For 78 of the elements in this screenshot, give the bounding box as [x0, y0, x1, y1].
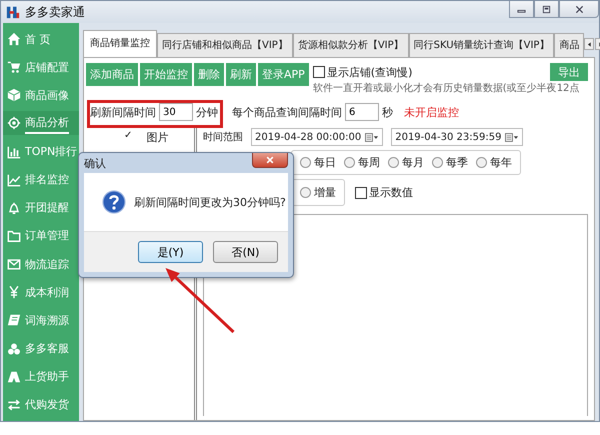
sidebar-item[interactable]: 上货助手: [3, 364, 79, 389]
start-date-field[interactable]: 2019-04-28 00:00:00: [251, 128, 384, 146]
dialog-close-button[interactable]: [252, 153, 288, 168]
minimize-button[interactable]: [509, 1, 534, 18]
line-chart-icon: [7, 172, 21, 187]
sidebar-item[interactable]: 排名监控: [3, 168, 79, 192]
circles-icon: [7, 342, 21, 356]
toolbar-button[interactable]: 登录APP: [258, 63, 309, 86]
left-arrow-icon: [586, 42, 592, 46]
checkbox[interactable]: 显示店铺(查询慢): [312, 64, 412, 80]
scroll-left-button[interactable]: [584, 38, 594, 50]
field-label: 每个商品查询间隔时间: [232, 104, 342, 120]
export-button[interactable]: 导出: [550, 63, 588, 81]
book-icon: [7, 313, 21, 328]
sidebar-item[interactable]: 成本利润: [3, 280, 79, 304]
unit-label: 秒: [382, 104, 393, 120]
toolbar-button[interactable]: 删除: [194, 63, 224, 86]
gear-icon: [7, 116, 21, 130]
dialog-button[interactable]: 否(N): [213, 241, 278, 263]
tab[interactable]: 商品销量监控: [83, 30, 157, 57]
dialog-button[interactable]: 是(Y): [138, 241, 203, 263]
folder-icon: [7, 228, 21, 243]
radio-button[interactable]: 每年: [476, 155, 512, 170]
query-interval-field[interactable]: 6: [345, 103, 379, 121]
swap-arrows-icon: [7, 398, 21, 412]
calendar-dropdown-icon: [365, 132, 380, 142]
sidebar-item[interactable]: 词海溯源: [3, 308, 79, 332]
field-label: 刷新间隔时间: [90, 104, 156, 120]
end-date-field[interactable]: 2019-04-30 23:59:59: [391, 128, 524, 146]
calendar-dropdown-icon: [505, 132, 520, 142]
question-icon: [102, 190, 126, 214]
bar-chart-icon: [7, 144, 21, 159]
sidebar-item[interactable]: 代购发货: [3, 392, 79, 417]
cart-icon: [7, 60, 21, 74]
maximize-button[interactable]: [534, 1, 559, 18]
sidebar-item[interactable]: 多多客服: [3, 336, 79, 361]
sidebar-item[interactable]: 商品画像: [3, 83, 79, 108]
sidebar-item[interactable]: 店铺配置: [3, 55, 79, 80]
sidebar-item[interactable]: 订单管理: [3, 224, 79, 248]
field-label: 时间范围: [203, 130, 243, 144]
hint-text: 软件一直开着或最小化才会有历史销量数据(或至少半夜12点: [312, 82, 580, 95]
close-button[interactable]: [559, 1, 599, 18]
toolbar-button[interactable]: 刷新: [226, 63, 256, 86]
cube-icon: [7, 88, 21, 102]
refresh-interval-field[interactable]: 30: [159, 103, 193, 121]
tab[interactable]: 货源相似款分析【VIP】: [292, 33, 409, 57]
toolbar-button[interactable]: 开始监控: [140, 63, 192, 86]
home-icon: [7, 32, 21, 46]
toolbar-button[interactable]: 添加商品: [86, 63, 138, 86]
tab[interactable]: 同行店铺和相似商品【VIP】: [157, 33, 293, 57]
column-header: 图片: [146, 130, 168, 145]
sidebar-item[interactable]: 开团提醒: [3, 196, 79, 220]
tab[interactable]: 商品: [554, 33, 584, 57]
close-icon: [266, 156, 274, 164]
dialog-message: 刷新间隔时间更改为30分钟吗?: [134, 194, 286, 210]
dialog-title: 确认: [84, 156, 106, 170]
sidebar-item[interactable]: 物流追踪: [3, 252, 79, 276]
sidebar-item[interactable]: 商品分析: [3, 111, 79, 136]
app-logo-icon: [6, 5, 20, 19]
radio-button[interactable]: 每日: [300, 155, 336, 170]
sidebar-item[interactable]: 首 页: [3, 27, 79, 51]
tent-icon: [7, 370, 21, 384]
yen-icon: [7, 285, 21, 300]
close-icon: [574, 4, 584, 14]
window-title: 多多卖家通: [25, 4, 85, 20]
tab[interactable]: 同行SKU销量统计查询【VIP】: [408, 33, 554, 57]
envelope-icon: [7, 257, 21, 272]
unit-label: 分钟: [196, 104, 218, 120]
checkbox[interactable]: 显示数值: [355, 185, 413, 200]
monitor-status: 未开启监控: [404, 104, 459, 120]
radio-button[interactable]: 每月: [388, 155, 424, 170]
check-mark: ✓: [124, 130, 132, 143]
radio-button[interactable]: 每周: [344, 155, 380, 170]
bell-icon: [7, 200, 21, 215]
radio-button[interactable]: 每季: [432, 155, 468, 170]
radio-button[interactable]: 增量: [300, 185, 336, 200]
sidebar-item[interactable]: TOPN排行: [3, 140, 79, 164]
maximize-icon: [542, 4, 551, 14]
